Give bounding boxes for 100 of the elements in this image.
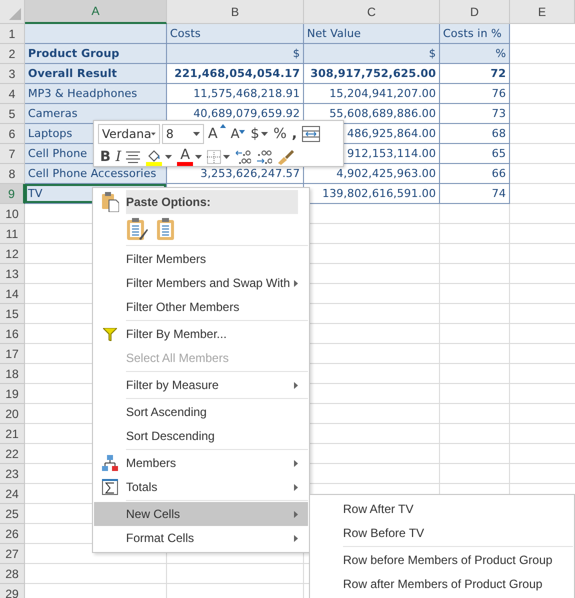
shrink-font-button[interactable]: A <box>228 124 248 144</box>
menu-item[interactable]: Row before Members of Product Group <box>311 548 573 572</box>
menu-item[interactable]: Filter By Member... <box>94 322 308 346</box>
menu-item[interactable]: Row After TV <box>311 497 573 521</box>
italic-button[interactable]: I <box>114 147 124 166</box>
row-header[interactable]: 24 <box>0 484 25 504</box>
font-size-dropdown[interactable]: 8 <box>162 124 204 144</box>
row-header[interactable]: 25 <box>0 504 25 524</box>
font-dropdown[interactable]: Verdana <box>98 124 160 144</box>
row-header[interactable]: 9 <box>0 184 25 204</box>
row-header[interactable]: 19 <box>0 384 25 404</box>
currency-button[interactable]: $ <box>248 124 270 144</box>
comma-button[interactable]: , <box>290 124 300 144</box>
hierarchy-icon <box>102 455 118 471</box>
table-cell: 65 <box>492 147 506 160</box>
row-header[interactable]: 27 <box>0 544 25 564</box>
wrap-button[interactable] <box>300 124 322 144</box>
paste-formatting-icon[interactable] <box>126 217 148 241</box>
wrap-text-icon <box>302 126 320 142</box>
row-header[interactable]: 15 <box>0 304 25 324</box>
table-cell: 73 <box>492 107 506 120</box>
menu-item[interactable]: Row Before TV <box>311 521 573 545</box>
row-header[interactable]: 11 <box>0 224 25 244</box>
row-header[interactable]: 8 <box>0 164 25 184</box>
menu-item[interactable]: Filter Other Members <box>94 295 308 319</box>
row-header[interactable]: 29 <box>0 584 25 598</box>
menu-item[interactable]: Totals <box>94 475 308 499</box>
row-header[interactable]: 21 <box>0 424 25 444</box>
table-cell: 486,925,864.00 <box>347 127 436 140</box>
row-header[interactable]: 4 <box>0 84 25 104</box>
menu-item[interactable]: Format Cells <box>94 526 308 550</box>
row-header[interactable]: 5 <box>0 104 25 124</box>
menu-item[interactable]: Members <box>94 451 308 475</box>
table-cell: $ <box>428 47 436 60</box>
column-header[interactable]: A <box>25 0 167 24</box>
increase-decimal-icon <box>256 149 272 165</box>
menu-item[interactable]: Sort Ascending <box>94 400 308 424</box>
table-cell: 3,253,626,247.57 <box>200 167 300 180</box>
column-header[interactable]: B <box>167 0 304 24</box>
submenu-arrow-icon <box>294 460 298 466</box>
table-cell: 40,689,079,659.92 <box>193 107 300 120</box>
sum-icon <box>102 479 118 495</box>
corner-triangle-icon <box>9 8 21 20</box>
borders-button[interactable] <box>205 147 232 166</box>
table-cell: 55,608,689,886.00 <box>329 107 436 120</box>
menu-item[interactable]: Filter Members <box>94 247 308 271</box>
caret-icon <box>193 132 200 136</box>
table-cell: 68 <box>492 127 506 140</box>
column-header[interactable]: E <box>510 0 575 24</box>
row-header[interactable]: 12 <box>0 244 25 264</box>
table-cell: 72 <box>490 67 506 80</box>
row-header[interactable]: 20 <box>0 404 25 424</box>
font-color-button[interactable]: A <box>175 147 204 166</box>
row-header[interactable]: 1 <box>0 24 25 44</box>
row-header[interactable]: 16 <box>0 324 25 344</box>
row-header[interactable]: 2 <box>0 44 25 64</box>
submenu-arrow-icon <box>294 280 298 286</box>
row-header[interactable]: 22 <box>0 444 25 464</box>
bold-button[interactable]: B <box>98 147 113 166</box>
row-header[interactable]: 26 <box>0 524 25 544</box>
decrease-decimal-icon <box>235 149 252 165</box>
row-header[interactable]: 13 <box>0 264 25 284</box>
submenu-arrow-icon <box>294 534 298 542</box>
menu-item[interactable]: Row after Members of Product Group <box>311 572 573 596</box>
table-cell: Overall Result <box>28 67 117 80</box>
percent-button[interactable]: % <box>271 124 289 144</box>
table-cell: Net Value <box>307 27 361 40</box>
table-cell: 74 <box>492 187 506 200</box>
submenu-arrow-icon <box>294 510 298 518</box>
table-cell: Cameras <box>28 107 78 120</box>
row-header[interactable]: 10 <box>0 204 25 224</box>
table-cell: 139,802,616,591.00 <box>322 187 436 200</box>
align-center-icon <box>126 151 140 163</box>
row-header[interactable]: 23 <box>0 464 25 484</box>
column-header[interactable]: C <box>304 0 440 24</box>
row-header[interactable]: 6 <box>0 124 25 144</box>
column-header[interactable]: D <box>440 0 510 24</box>
menu-item[interactable]: Filter Members and Swap With <box>94 271 308 295</box>
table-cell: 15,204,941,207.00 <box>329 87 436 100</box>
menu-item[interactable]: Filter by Measure <box>94 373 308 397</box>
table-cell: 912,153,114.00 <box>347 147 436 160</box>
row-header[interactable]: 14 <box>0 284 25 304</box>
row-header[interactable]: 28 <box>0 564 25 584</box>
caret-icon <box>261 132 268 136</box>
table-cell: 308,917,752,625.00 <box>310 67 436 80</box>
caret-icon <box>223 155 230 159</box>
row-header[interactable]: 17 <box>0 344 25 364</box>
menu-item[interactable]: Sort Descending <box>94 424 308 448</box>
row-header[interactable]: 3 <box>0 64 25 84</box>
filter-icon <box>103 328 117 340</box>
table-cell: Product Group <box>28 47 120 60</box>
grow-font-button[interactable]: A <box>206 124 228 144</box>
table-cell: 221,468,054,054.17 <box>174 67 300 80</box>
table-cell: Costs in % <box>443 27 502 40</box>
table-cell: 76 <box>492 87 506 100</box>
borders-icon <box>207 150 222 164</box>
row-header[interactable]: 18 <box>0 364 25 384</box>
caret-icon <box>195 155 202 159</box>
row-header[interactable]: 7 <box>0 144 25 164</box>
menu-item[interactable]: New Cells <box>94 502 308 526</box>
